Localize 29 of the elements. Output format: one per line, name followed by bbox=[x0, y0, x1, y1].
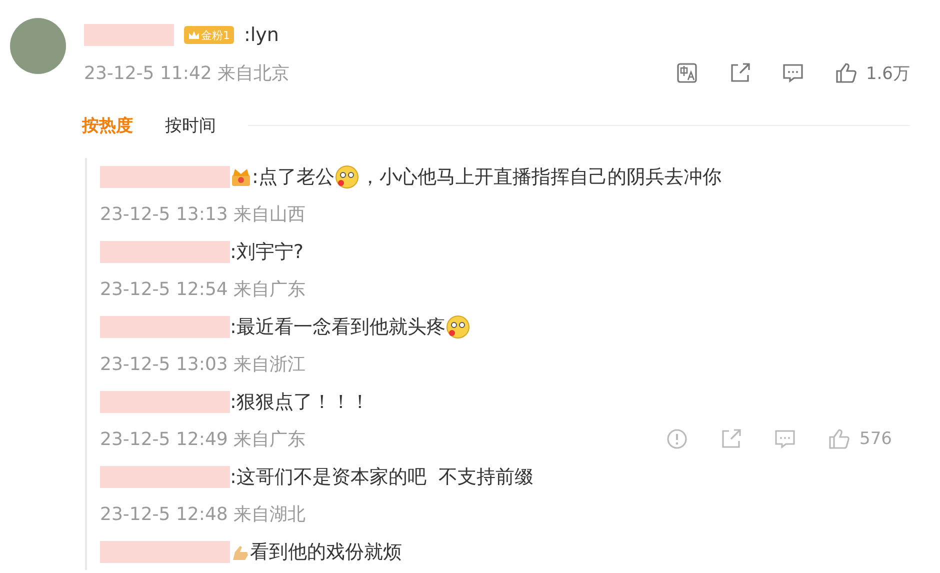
reply-text: :刘宇宁? bbox=[230, 240, 304, 264]
reply-meta: 23-12-5 12:48 来自湖北 bbox=[100, 503, 306, 526]
like-count: 1.6万 bbox=[866, 62, 910, 84]
sort-tab[interactable]: 按时间 bbox=[165, 114, 216, 136]
reply-text: :点了老公 ，小心他马上开直播指挥自己的阴兵去冲你 bbox=[252, 164, 722, 190]
badge-label: 金粉1 bbox=[201, 28, 230, 42]
reply-text: :狠狠点了！！！ bbox=[230, 390, 370, 414]
reply-text: :这哥们不是资本家的吧 不支持前缀 bbox=[230, 464, 534, 490]
reply-meta: 23-12-5 13:13 来自山西 bbox=[100, 203, 306, 226]
reply-meta: 23-12-5 13:03 来自浙江 bbox=[100, 353, 306, 376]
share-icon[interactable] bbox=[728, 62, 751, 84]
like-icon[interactable] bbox=[828, 428, 850, 450]
crown-badge-icon[interactable] bbox=[230, 166, 252, 186]
crown-icon[interactable] bbox=[188, 30, 199, 40]
reply-text: 看到他的戏份就烦 bbox=[250, 540, 402, 564]
like-icon[interactable] bbox=[834, 62, 857, 84]
comment-text: :lyn bbox=[244, 24, 279, 46]
like-count: 576 bbox=[860, 429, 892, 449]
emoji-icon bbox=[335, 164, 360, 188]
comment-icon[interactable] bbox=[782, 62, 804, 84]
reply-meta: 23-12-5 12:49 来自广东 bbox=[100, 428, 306, 451]
translate-icon[interactable] bbox=[676, 62, 698, 84]
reply-meta: 23-12-5 12:54 来自广东 bbox=[100, 278, 306, 301]
share-icon[interactable] bbox=[720, 428, 742, 450]
reply-text: :最近看一念看到他就头疼 bbox=[230, 314, 472, 340]
report-icon[interactable] bbox=[666, 428, 688, 450]
emoji-icon bbox=[446, 314, 470, 338]
comment-meta: 23-12-5 11:42 来自北京 bbox=[84, 62, 290, 85]
comment-icon[interactable] bbox=[774, 428, 796, 450]
